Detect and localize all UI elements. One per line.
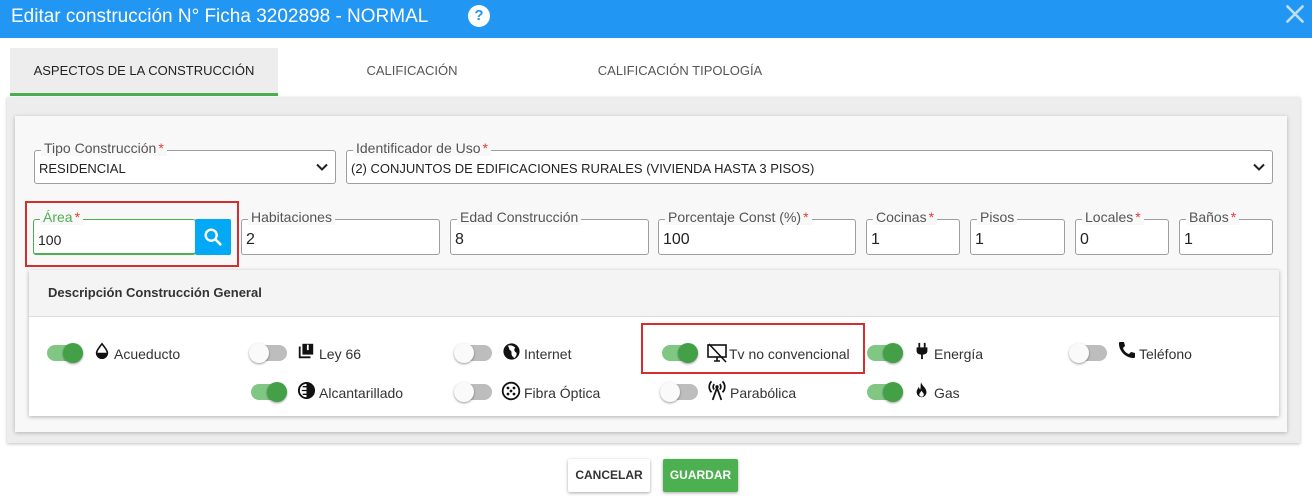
- alcantarillado-label: Alcantarillado: [319, 385, 404, 401]
- service-alcantarillado: Alcantarillado: [251, 381, 431, 405]
- porcentaje-const-value: 100: [663, 231, 690, 248]
- save-button[interactable]: GUARDAR: [663, 459, 738, 492]
- edad-construccion-label: Edad Construcción: [457, 209, 582, 225]
- identificador-uso-label: Identificador de Uso: [356, 140, 481, 156]
- water-drop-icon: [95, 342, 109, 359]
- alcantarillado-toggle[interactable]: [251, 382, 287, 402]
- tab-calificacion-tipologia[interactable]: CALIFICACIÓN TIPOLOGÍA: [570, 48, 790, 96]
- gas-toggle[interactable]: [867, 382, 903, 402]
- pisos-value: 1: [975, 231, 984, 248]
- locales-value: 0: [1080, 231, 1089, 248]
- globe-icon: [503, 343, 520, 360]
- service-gas: Gas: [867, 381, 1047, 405]
- library-icon: [298, 343, 314, 359]
- fibra-optica-toggle[interactable]: [454, 382, 492, 402]
- tab-bar: ASPECTOS DE LA CONSTRUCCIÓN CALIFICACIÓN…: [10, 48, 1300, 97]
- telefono-label: Teléfono: [1139, 346, 1192, 362]
- porcentaje-const-label: Porcentaje Const (%): [668, 209, 802, 225]
- required-mark: *: [158, 140, 164, 156]
- close-icon[interactable]: [1282, 1, 1308, 27]
- service-fibra-optica: Fibra Óptica: [454, 381, 636, 405]
- locales-input[interactable]: Locales * 0: [1075, 209, 1169, 255]
- dialog-title: Editar construcción N° Ficha 3202898 - N…: [11, 6, 429, 27]
- internet-label: Internet: [524, 346, 572, 362]
- tv-highlight-box: [641, 323, 865, 374]
- parabolica-label: Parabólica: [730, 385, 797, 401]
- required-mark: *: [803, 209, 809, 225]
- required-mark: *: [1135, 209, 1141, 225]
- parabolica-toggle[interactable]: [660, 382, 698, 402]
- ley-66-toggle[interactable]: [249, 343, 287, 363]
- flame-icon: [916, 382, 927, 398]
- ley-66-label: Ley 66: [319, 346, 362, 362]
- banos-input[interactable]: Baños * 1: [1179, 209, 1273, 255]
- gas-label: Gas: [934, 385, 960, 401]
- internet-toggle[interactable]: [454, 343, 492, 363]
- porcentaje-const-input[interactable]: Porcentaje Const (%) * 100: [658, 209, 856, 255]
- fiber-connector-icon: [501, 381, 521, 401]
- plug-icon: [916, 342, 928, 360]
- phone-icon: [1119, 342, 1135, 358]
- service-parabolica: Parabólica: [660, 380, 842, 405]
- area-highlight-box: [25, 201, 239, 267]
- chevron-down-icon: [316, 163, 328, 171]
- habitaciones-value: 2: [246, 231, 255, 248]
- identificador-uso-value: (2) CONJUNTOS DE EDIFICACIONES RURALES (…: [351, 161, 815, 176]
- pisos-input[interactable]: Pisos 1: [970, 209, 1065, 255]
- fibra-optica-label: Fibra Óptica: [524, 385, 601, 401]
- habitaciones-label: Habitaciones: [248, 209, 335, 225]
- chevron-down-icon: [1253, 163, 1265, 171]
- descripcion-header: Descripción Construcción General: [29, 270, 1279, 317]
- help-icon[interactable]: ?: [468, 5, 490, 27]
- locales-label: Locales: [1085, 209, 1134, 225]
- service-energia: Energía: [867, 342, 1047, 366]
- edad-construccion-value: 8: [455, 231, 464, 248]
- edad-construccion-input[interactable]: Edad Construcción 8: [450, 209, 649, 255]
- pisos-label: Pisos: [977, 209, 1018, 225]
- contrast-icon: [297, 381, 316, 400]
- acueducto-toggle[interactable]: [47, 343, 83, 363]
- service-ley-66: Ley 66: [249, 342, 431, 366]
- required-mark: *: [928, 209, 935, 225]
- energia-label: Energía: [934, 346, 984, 362]
- telefono-toggle[interactable]: [1069, 343, 1107, 363]
- tipo-construccion-value: RESIDENCIAL: [39, 161, 126, 176]
- tab-aspectos-construccion[interactable]: ASPECTOS DE LA CONSTRUCCIÓN: [10, 48, 278, 96]
- acueducto-label: Acueducto: [114, 346, 181, 362]
- cocinas-value: 1: [871, 231, 880, 248]
- tipo-construccion-label: Tipo Construcción: [44, 140, 157, 156]
- cocinas-label: Cocinas: [876, 209, 927, 225]
- banos-label: Baños: [1189, 209, 1229, 225]
- banos-value: 1: [1184, 231, 1193, 248]
- cocinas-input[interactable]: Cocinas * 1: [866, 209, 960, 255]
- identificador-uso-select[interactable]: Identificador de Uso * (2) CONJUNTOS DE E…: [346, 140, 1273, 184]
- cancel-button[interactable]: CANCELAR: [568, 459, 650, 492]
- service-acueducto: Acueducto: [47, 342, 227, 366]
- required-mark: *: [482, 140, 488, 156]
- service-telefono: Teléfono: [1069, 342, 1251, 366]
- dialog-titlebar: Editar construcción N° Ficha 3202898 - N…: [0, 0, 1312, 38]
- antenna-icon: [708, 380, 726, 401]
- habitaciones-input[interactable]: Habitaciones 2: [241, 209, 440, 255]
- service-internet: Internet: [454, 342, 636, 366]
- descripcion-title: Descripción Construcción General: [48, 285, 262, 300]
- tab-calificacion[interactable]: CALIFICACIÓN: [330, 48, 494, 96]
- required-mark: *: [1230, 209, 1237, 225]
- tipo-construccion-select[interactable]: Tipo Construcción * RESIDENCIAL: [34, 140, 336, 184]
- energia-toggle[interactable]: [867, 343, 903, 363]
